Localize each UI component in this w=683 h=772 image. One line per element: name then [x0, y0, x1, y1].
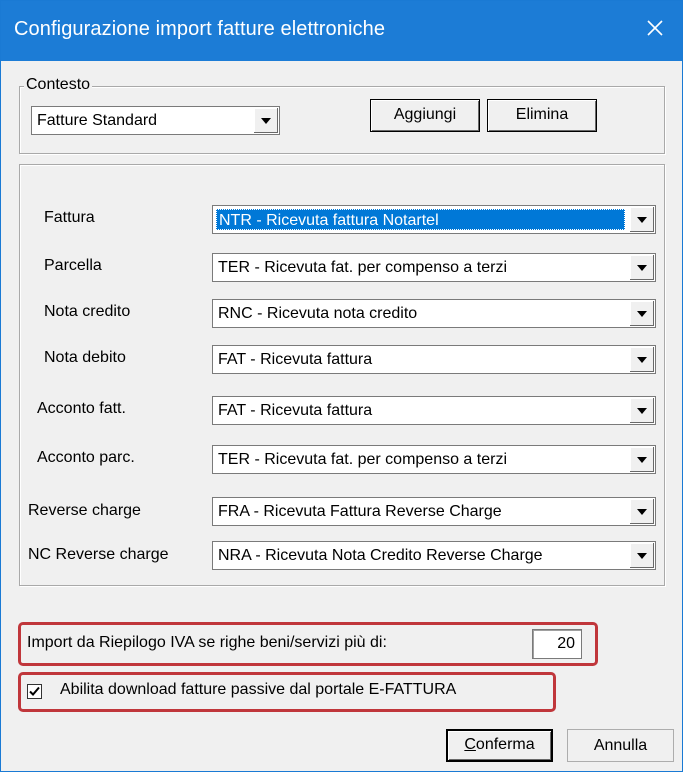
- delete-button[interactable]: Elimina: [487, 99, 597, 132]
- mapping-value-acconto-fatt: FAT - Ricevuta fattura: [218, 402, 373, 419]
- contesto-value: Fatture Standard: [37, 112, 158, 129]
- chevron-down-icon[interactable]: [629, 499, 654, 524]
- mapping-value-nc-reverse-charge: NRA - Ricevuta Nota Credito Reverse Char…: [218, 547, 543, 564]
- mapping-label-nota-debito: Nota debito: [44, 349, 126, 366]
- window-title: Configurazione import fatture elettronic…: [14, 18, 386, 40]
- contesto-label: Contesto: [24, 76, 93, 94]
- mapping-value-reverse-charge: FRA - Ricevuta Fattura Reverse Charge: [218, 503, 502, 520]
- confirm-mnemonic: C: [464, 736, 476, 753]
- mapping-value-nota-credito: RNC - Ricevuta nota credito: [218, 305, 418, 322]
- title-bar[interactable]: Configurazione import fatture elettronic…: [1, 1, 682, 61]
- mapping-select-nota-debito[interactable]: FAT - Ricevuta fattura: [212, 345, 656, 374]
- mapping-label-reverse-charge: Reverse charge: [28, 502, 141, 519]
- chevron-down-icon[interactable]: [253, 108, 278, 133]
- mapping-select-reverse-charge[interactable]: FRA - Ricevuta Fattura Reverse Charge: [212, 497, 656, 526]
- confirm-button[interactable]: Conferma: [446, 729, 553, 762]
- riepilogo-threshold-input[interactable]: 20: [532, 629, 582, 659]
- riepilogo-label: Import da Riepilogo IVA se righe beni/se…: [27, 634, 387, 651]
- mapping-label-nota-credito: Nota credito: [44, 303, 131, 320]
- mapping-label-acconto-parc: Acconto parc.: [37, 449, 135, 466]
- check-icon: [29, 686, 40, 696]
- chevron-down-icon[interactable]: [629, 543, 654, 568]
- mapping-select-nc-reverse-charge[interactable]: NRA - Ricevuta Nota Credito Reverse Char…: [212, 541, 656, 570]
- chevron-down-icon[interactable]: [629, 301, 654, 326]
- riepilogo-value: 20: [557, 635, 575, 652]
- mapping-select-parcella[interactable]: TER - Ricevuta fat. per compenso a terzi: [212, 253, 656, 282]
- chevron-down-icon[interactable]: [629, 447, 654, 472]
- mapping-value-parcella: TER - Ricevuta fat. per compenso a terzi: [218, 259, 507, 276]
- mapping-value-nota-debito: FAT - Ricevuta fattura: [218, 351, 373, 368]
- chevron-down-icon[interactable]: [629, 207, 654, 232]
- mapping-select-acconto-parc[interactable]: TER - Ricevuta fat. per compenso a terzi: [212, 445, 656, 474]
- mapping-select-acconto-fatt[interactable]: FAT - Ricevuta fattura: [212, 396, 656, 425]
- mapping-value-fattura: NTR - Ricevuta fattura Notartel: [216, 209, 625, 230]
- chevron-down-icon[interactable]: [629, 347, 654, 372]
- download-label[interactable]: Abilita download fatture passive dal por…: [60, 681, 456, 699]
- mapping-value-acconto-parc: TER - Ricevuta fat. per compenso a terzi: [218, 451, 507, 468]
- confirm-label: onferma: [475, 736, 535, 753]
- mapping-label-parcella: Parcella: [44, 257, 102, 274]
- mapping-label-fattura: Fattura: [44, 209, 95, 226]
- chevron-down-icon[interactable]: [629, 398, 654, 423]
- mapping-label-acconto-fatt: Acconto fatt.: [37, 400, 126, 417]
- close-icon[interactable]: [642, 15, 668, 41]
- download-checkbox[interactable]: [27, 684, 42, 699]
- cancel-button[interactable]: Annulla: [567, 729, 674, 762]
- add-button[interactable]: Aggiungi: [370, 99, 480, 132]
- contesto-select[interactable]: Fatture Standard: [31, 106, 280, 135]
- mapping-select-fattura[interactable]: NTR - Ricevuta fattura Notartel: [212, 205, 656, 234]
- mapping-select-nota-credito[interactable]: RNC - Ricevuta nota credito: [212, 299, 656, 328]
- chevron-down-icon[interactable]: [629, 255, 654, 280]
- mapping-label-nc-reverse-charge: NC Reverse charge: [28, 546, 169, 563]
